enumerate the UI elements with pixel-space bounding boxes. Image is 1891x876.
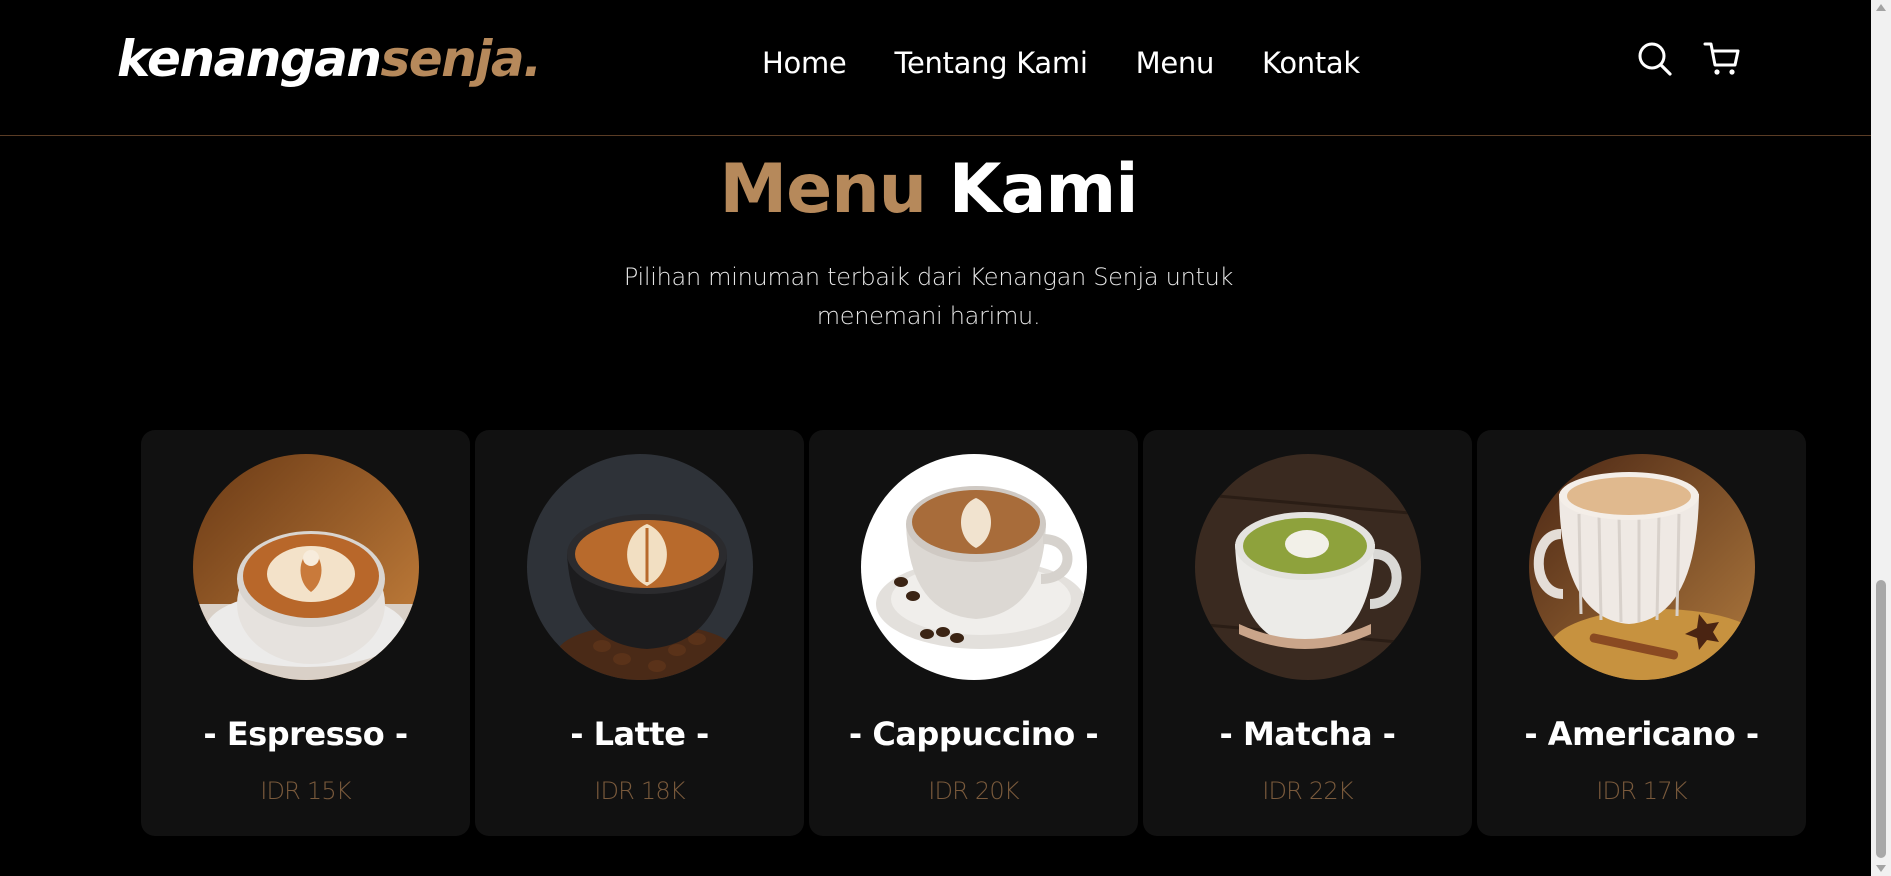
page: kenangansenja. Home Tentang Kami Menu Ko… [0, 0, 1871, 876]
menu-item-price: IDR 18K [594, 777, 685, 805]
menu-card-cappuccino[interactable]: - Cappuccino - IDR 20K [809, 430, 1138, 836]
menu-cards: - Espresso - IDR 15K - Latte - IDR 18K -… [141, 430, 1806, 836]
shopping-cart-icon[interactable] [1703, 40, 1740, 78]
espresso-image [193, 454, 419, 680]
matcha-image [1195, 454, 1421, 680]
brand-main-text: kenangan [117, 30, 382, 88]
menu-card-latte[interactable]: - Latte - IDR 18K [475, 430, 804, 836]
latte-image [527, 454, 753, 680]
nav-icons [1637, 40, 1740, 78]
menu-item-price: IDR 15K [260, 777, 351, 805]
scrollbar-thumb[interactable] [1876, 580, 1886, 858]
section-title: Menu Kami [0, 150, 1857, 229]
nav-links: Home Tentang Kami Menu Kontak [762, 46, 1360, 80]
nav-link-home[interactable]: Home [762, 46, 847, 80]
menu-item-name: - Cappuccino - [848, 715, 1099, 753]
americano-image [1529, 454, 1755, 680]
navbar: kenangansenja. Home Tentang Kami Menu Ko… [0, 0, 1871, 136]
brand-accent-text: senja. [380, 30, 542, 88]
nav-link-kontak[interactable]: Kontak [1262, 46, 1360, 80]
scrollbar[interactable] [1871, 0, 1891, 876]
section-title-rest: Kami [948, 150, 1139, 229]
menu-item-name: - Matcha - [1219, 715, 1396, 753]
scroll-up-arrow-icon[interactable] [1876, 4, 1886, 11]
menu-item-price: IDR 22K [1262, 777, 1353, 805]
scroll-down-arrow-icon[interactable] [1876, 865, 1886, 872]
menu-item-name: - Latte - [570, 715, 709, 753]
menu-card-americano[interactable]: - Americano - IDR 17K [1477, 430, 1806, 836]
section-title-accent: Menu [719, 150, 927, 229]
menu-card-matcha[interactable]: - Matcha - IDR 22K [1143, 430, 1472, 836]
search-icon[interactable] [1637, 40, 1673, 78]
menu-item-name: - Espresso - [203, 715, 408, 753]
brand-logo[interactable]: kenangansenja. [117, 30, 542, 88]
section-description: Pilihan minuman terbaik dari Kenangan Se… [623, 263, 1234, 330]
nav-link-tentang-kami[interactable]: Tentang Kami [894, 46, 1087, 80]
menu-item-price: IDR 17K [1596, 777, 1687, 805]
menu-item-name: - Americano - [1524, 715, 1759, 753]
menu-card-espresso[interactable]: - Espresso - IDR 15K [141, 430, 470, 836]
cappuccino-image [861, 454, 1087, 680]
nav-link-menu[interactable]: Menu [1136, 46, 1215, 80]
menu-item-price: IDR 20K [928, 777, 1019, 805]
